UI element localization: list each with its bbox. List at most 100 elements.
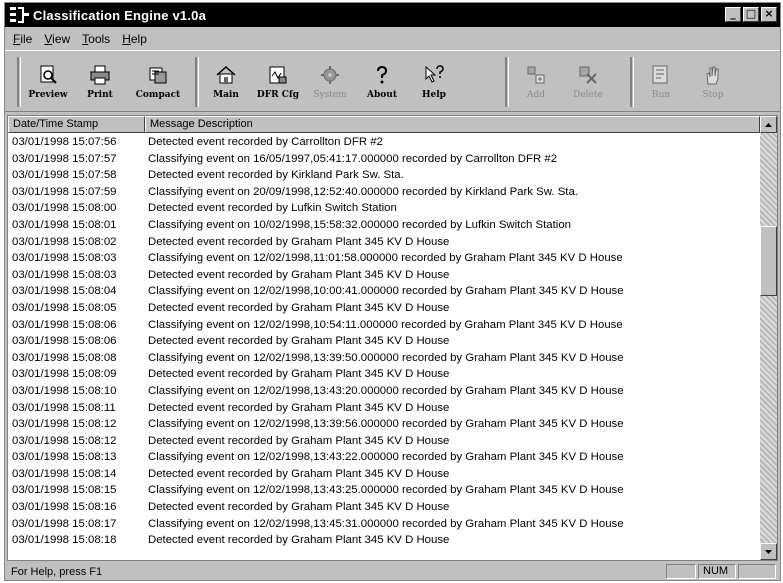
row-timestamp: 03/01/1998 15:08:05 <box>12 301 117 314</box>
row-timestamp: 03/01/1998 15:08:11 <box>12 401 116 414</box>
run-button[interactable]: Run <box>635 57 687 107</box>
about-button[interactable]: About <box>356 57 408 107</box>
compact-icon <box>149 67 167 84</box>
table-row[interactable]: 03/01/1998 15:08:16 Detected event record… <box>8 499 760 516</box>
delete-button[interactable]: Delete <box>562 57 614 107</box>
scroll-thumb[interactable] <box>760 226 777 296</box>
system-label: System <box>313 90 347 100</box>
row-timestamp: 03/01/1998 15:08:14 <box>12 467 117 480</box>
table-row[interactable]: 03/01/1998 15:08:12 Detected event record… <box>8 433 760 450</box>
table-row[interactable]: 03/01/1998 15:08:12 Classifying event on … <box>8 416 760 433</box>
scroll-down-button[interactable] <box>760 543 777 560</box>
maximize-button[interactable]: □ <box>743 7 759 22</box>
toolbar-group-edit: Add Delete <box>505 57 614 107</box>
status-bar: For Help, press F1 NUM <box>5 563 780 580</box>
table-row[interactable]: 03/01/1998 15:07:56 Detected event record… <box>8 134 760 151</box>
table-row[interactable]: 03/01/1998 15:08:03 Detected event record… <box>8 267 760 284</box>
table-row[interactable]: 03/01/1998 15:08:03 Classifying event on … <box>8 250 760 267</box>
table-row[interactable]: 03/01/1998 15:08:10 Classifying event on … <box>8 383 760 400</box>
table-row[interactable]: 03/01/1998 15:08:18 Detected event record… <box>8 532 760 549</box>
row-message: Detected event recorded by Graham Plant … <box>148 401 450 414</box>
row-timestamp: 03/01/1998 15:08:04 <box>12 285 117 298</box>
row-message: Classifying event on 16/05/1997,05:41:17… <box>148 152 558 165</box>
dfr-cfg-button[interactable]: DFR Cfg <box>252 57 304 107</box>
menu-tools[interactable]: Tools <box>82 32 110 46</box>
row-timestamp: 03/01/1998 15:08:06 <box>12 335 117 348</box>
compact-label: Compact <box>135 90 181 100</box>
message-log-list[interactable]: Date/Time Stamp Message Description 03/0… <box>7 115 778 561</box>
status-message: For Help, press F1 <box>11 565 103 578</box>
table-row[interactable]: 03/01/1998 15:08:05 Detected event record… <box>8 300 760 317</box>
status-panel-3 <box>738 564 776 579</box>
table-row[interactable]: 03/01/1998 15:08:15 Classifying event on … <box>8 482 760 499</box>
row-message: Detected event recorded by Graham Plant … <box>148 235 450 248</box>
row-message: Classifying event on 12/02/1998,13:39:56… <box>148 418 624 431</box>
column-header-message[interactable]: Message Description <box>145 116 760 133</box>
vertical-scrollbar[interactable] <box>760 116 777 560</box>
scroll-up-button[interactable] <box>760 116 777 133</box>
main-button[interactable]: Main <box>200 57 252 107</box>
minimize-button[interactable]: _ <box>725 7 741 22</box>
table-row[interactable]: 03/01/1998 15:08:06 Detected event record… <box>8 333 760 350</box>
print-button[interactable]: Print <box>74 57 126 107</box>
table-row[interactable]: 03/01/1998 15:07:59 Classifying event on … <box>8 184 760 201</box>
print-label: Print <box>87 90 113 100</box>
column-header-timestamp[interactable]: Date/Time Stamp <box>8 116 145 133</box>
row-timestamp: 03/01/1998 15:08:02 <box>12 235 117 248</box>
help-pointer-icon <box>425 65 444 83</box>
table-row[interactable]: 03/01/1998 15:08:13 Classifying event on … <box>8 449 760 466</box>
stop-button[interactable]: Stop <box>687 57 739 107</box>
system-button[interactable]: System <box>304 57 356 107</box>
window-controls: _ □ × <box>725 7 777 22</box>
table-row[interactable]: 03/01/1998 15:08:11 Detected event record… <box>8 400 760 417</box>
table-row[interactable]: 03/01/1998 15:08:08 Classifying event on … <box>8 350 760 367</box>
row-message: Detected event recorded by Graham Plant … <box>148 534 450 547</box>
row-message: Classifying event on 20/09/1998,12:52:40… <box>148 185 578 198</box>
menu-view[interactable]: View <box>44 32 70 46</box>
preview-button[interactable]: Preview <box>22 57 74 107</box>
arrow-up-icon <box>765 122 772 127</box>
close-button[interactable]: × <box>761 7 777 22</box>
menu-bar: File View Tools Help <box>5 29 780 49</box>
row-message: Classifying event on 12/02/1998,13:43:25… <box>148 484 624 497</box>
table-row[interactable]: 03/01/1998 15:08:14 Detected event record… <box>8 466 760 483</box>
row-timestamp: 03/01/1998 15:07:57 <box>12 152 117 165</box>
table-row[interactable]: 03/01/1998 15:08:01 Classifying event on … <box>8 217 760 234</box>
table-row[interactable]: 03/01/1998 15:08:00 Detected event record… <box>8 200 760 217</box>
table-row[interactable]: 03/01/1998 15:07:57 Classifying event on … <box>8 151 760 168</box>
table-row[interactable]: 03/01/1998 15:08:02 Detected event record… <box>8 234 760 251</box>
table-row[interactable]: 03/01/1998 15:08:09 Detected event record… <box>8 366 760 383</box>
row-timestamp: 03/01/1998 15:08:08 <box>12 351 117 364</box>
row-message: Detected event recorded by Graham Plant … <box>148 268 450 281</box>
row-message: Detected event recorded by Graham Plant … <box>148 434 450 447</box>
stop-label: Stop <box>702 90 724 100</box>
row-timestamp: 03/01/1998 15:08:03 <box>12 268 117 281</box>
table-row[interactable]: 03/01/1998 15:08:06 Classifying event on … <box>8 317 760 334</box>
app-icon[interactable] <box>9 5 31 25</box>
row-message: Classifying event on 12/02/1998,10:00:41… <box>148 285 624 298</box>
stop-hand-icon <box>706 66 719 85</box>
table-row[interactable]: 03/01/1998 15:08:17 Classifying event on … <box>8 516 760 533</box>
row-timestamp: 03/01/1998 15:08:03 <box>12 252 117 265</box>
row-timestamp: 03/01/1998 15:08:06 <box>12 318 117 331</box>
list-header: Date/Time Stamp Message Description <box>8 116 760 133</box>
row-timestamp: 03/01/1998 15:07:59 <box>12 185 117 198</box>
table-row[interactable]: 03/01/1998 15:08:04 Classifying event on … <box>8 283 760 300</box>
row-timestamp: 03/01/1998 15:08:16 <box>12 501 117 514</box>
menu-help[interactable]: Help <box>122 32 147 46</box>
row-timestamp: 03/01/1998 15:08:00 <box>12 202 117 215</box>
row-timestamp: 03/01/1998 15:08:12 <box>12 434 117 447</box>
help-button[interactable]: Help <box>408 57 460 107</box>
compact-button[interactable]: Compact <box>126 57 190 107</box>
title-bar[interactable]: Classification Engine v1.0a _ □ × <box>5 3 780 27</box>
row-timestamp: 03/01/1998 15:08:12 <box>12 418 117 431</box>
add-button[interactable]: Add <box>510 57 562 107</box>
toolbar-group-run: Run Stop <box>630 57 739 107</box>
preview-label: Preview <box>28 90 68 100</box>
table-row[interactable]: 03/01/1998 15:07:58 Detected event record… <box>8 167 760 184</box>
house-icon <box>216 65 236 84</box>
menu-file[interactable]: File <box>13 32 32 46</box>
row-message: Classifying event on 12/02/1998,10:54:11… <box>148 318 623 331</box>
row-message: Detected event recorded by Graham Plant … <box>148 467 450 480</box>
dfr-cfg-label: DFR Cfg <box>256 90 300 100</box>
